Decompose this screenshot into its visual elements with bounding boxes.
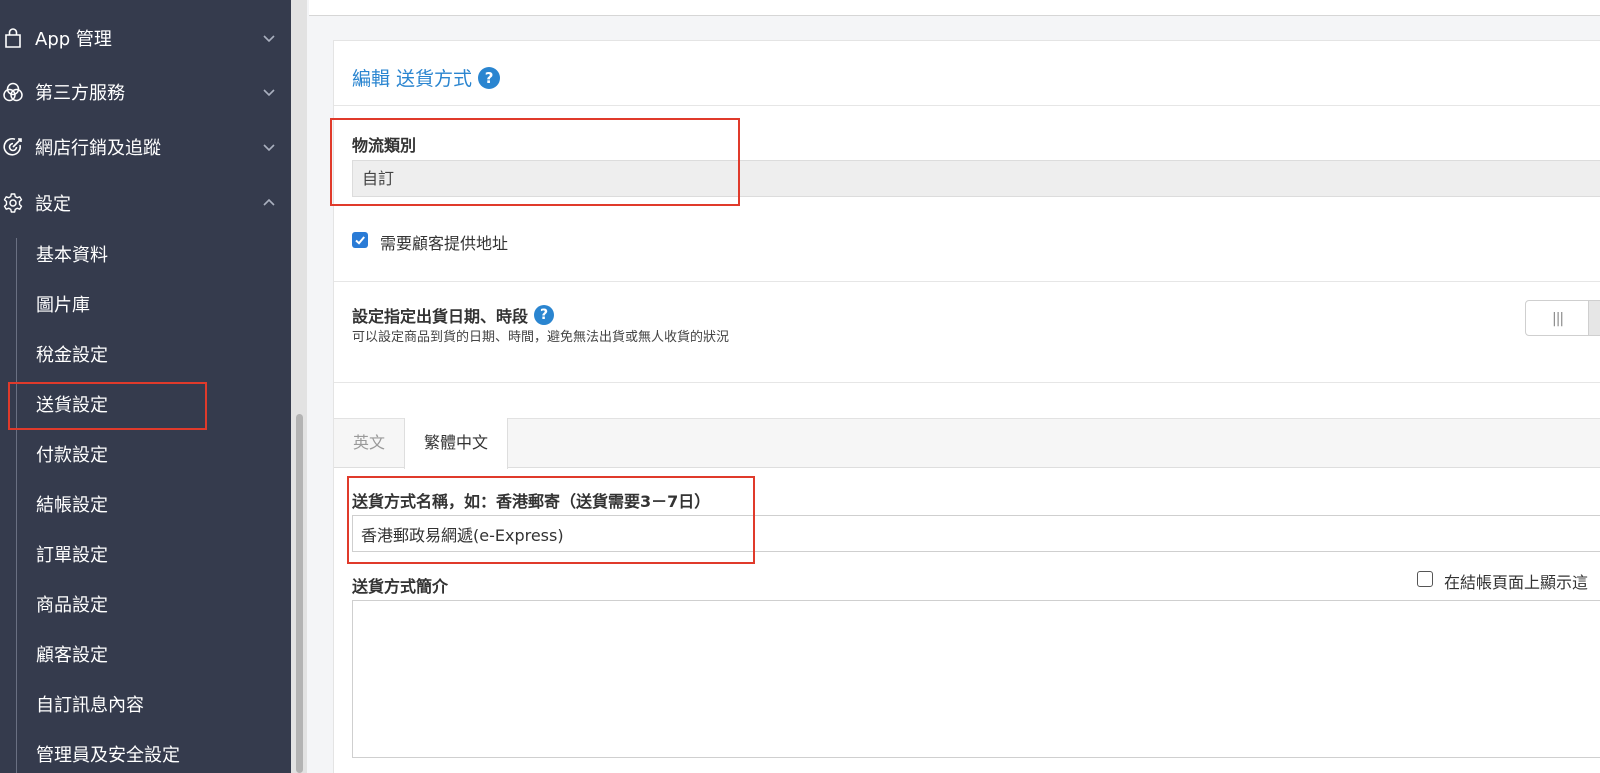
check-icon (355, 236, 365, 245)
toggle-bars-icon: ||| (1552, 311, 1564, 327)
card-title: 編輯 送貨方式 ? (352, 64, 501, 91)
require-address-checkbox[interactable] (352, 232, 368, 248)
nav-group-label: 設定 (35, 194, 71, 215)
chevron-down-icon (263, 144, 275, 152)
language-tabs-bar (334, 418, 1600, 468)
highlight-box-method-name (347, 476, 755, 564)
card-title-text: 編輯 送貨方式 (352, 68, 473, 90)
sidebar-item-product-settings[interactable]: 商品設定 (36, 593, 108, 619)
nav-group-third-party[interactable]: 第三方服務 (0, 65, 291, 119)
sidebar: App 管理 第三方服務 網店行銷及追蹤 設定 基本資料 圖片庫 稅金設定 送貨… (0, 0, 291, 773)
sidebar-item-basic-info[interactable]: 基本資料 (36, 243, 108, 269)
chevron-down-icon (263, 35, 275, 43)
top-bar (309, 0, 1600, 16)
sidebar-item-customer-settings[interactable]: 顧客設定 (36, 643, 108, 669)
nav-group-settings[interactable]: 設定 (0, 176, 291, 230)
method-description-textarea[interactable] (352, 600, 1600, 758)
circles-icon (3, 82, 23, 102)
chevron-down-icon (263, 89, 275, 97)
nav-group-marketing[interactable]: 網店行銷及追蹤 (0, 120, 291, 174)
show-on-checkout-checkbox[interactable] (1417, 571, 1433, 587)
delivery-date-toggle[interactable]: ||| (1525, 300, 1600, 336)
divider (334, 382, 1600, 383)
help-icon[interactable]: ? (478, 66, 501, 89)
require-address-label: 需要顧客提供地址 (380, 234, 509, 253)
sidebar-item-image-library[interactable]: 圖片庫 (36, 293, 90, 319)
sidebar-item-payment-settings[interactable]: 付款設定 (36, 443, 108, 469)
delivery-date-description: 可以設定商品到貨的日期、時間，避免無法出貨或無人收貨的狀況 (352, 330, 730, 345)
sidebar-item-checkout-settings[interactable]: 結帳設定 (36, 493, 108, 519)
method-description-label: 送貨方式簡介 (352, 577, 449, 596)
tab-english[interactable]: 英文 (334, 418, 404, 469)
sidebar-item-order-settings[interactable]: 訂單設定 (36, 543, 108, 569)
nav-group-app-management[interactable]: App 管理 (0, 11, 291, 65)
delivery-date-heading: 設定指定出貨日期、時段 ? (352, 303, 555, 327)
sidebar-item-tax-settings[interactable]: 稅金設定 (36, 343, 108, 369)
scrollbar-thumb[interactable] (296, 414, 303, 773)
target-icon (3, 138, 22, 156)
highlight-box-logistics (330, 118, 740, 206)
divider (334, 281, 1600, 282)
highlight-box-shipping-settings (8, 382, 207, 430)
bag-icon (5, 28, 21, 48)
toggle-knob (1588, 301, 1600, 335)
gear-icon (3, 193, 23, 213)
sidebar-item-custom-messages[interactable]: 自訂訊息內容 (36, 693, 144, 719)
tab-traditional-chinese[interactable]: 繁體中文 (404, 418, 508, 469)
nav-group-label: 網店行銷及追蹤 (35, 138, 161, 159)
show-on-checkout-label: 在結帳頁面上顯示這 (1444, 573, 1589, 592)
divider (334, 105, 1600, 106)
nav-group-label: 第三方服務 (35, 83, 125, 104)
delivery-date-label: 設定指定出貨日期、時段 (352, 307, 529, 326)
help-icon[interactable]: ? (534, 305, 555, 325)
sidebar-scrollbar[interactable] (291, 0, 307, 773)
submenu-divider-line (16, 238, 17, 773)
nav-group-label: App 管理 (35, 29, 112, 50)
chevron-up-icon (263, 198, 275, 206)
sidebar-item-admin-security[interactable]: 管理員及安全設定 (36, 743, 180, 769)
